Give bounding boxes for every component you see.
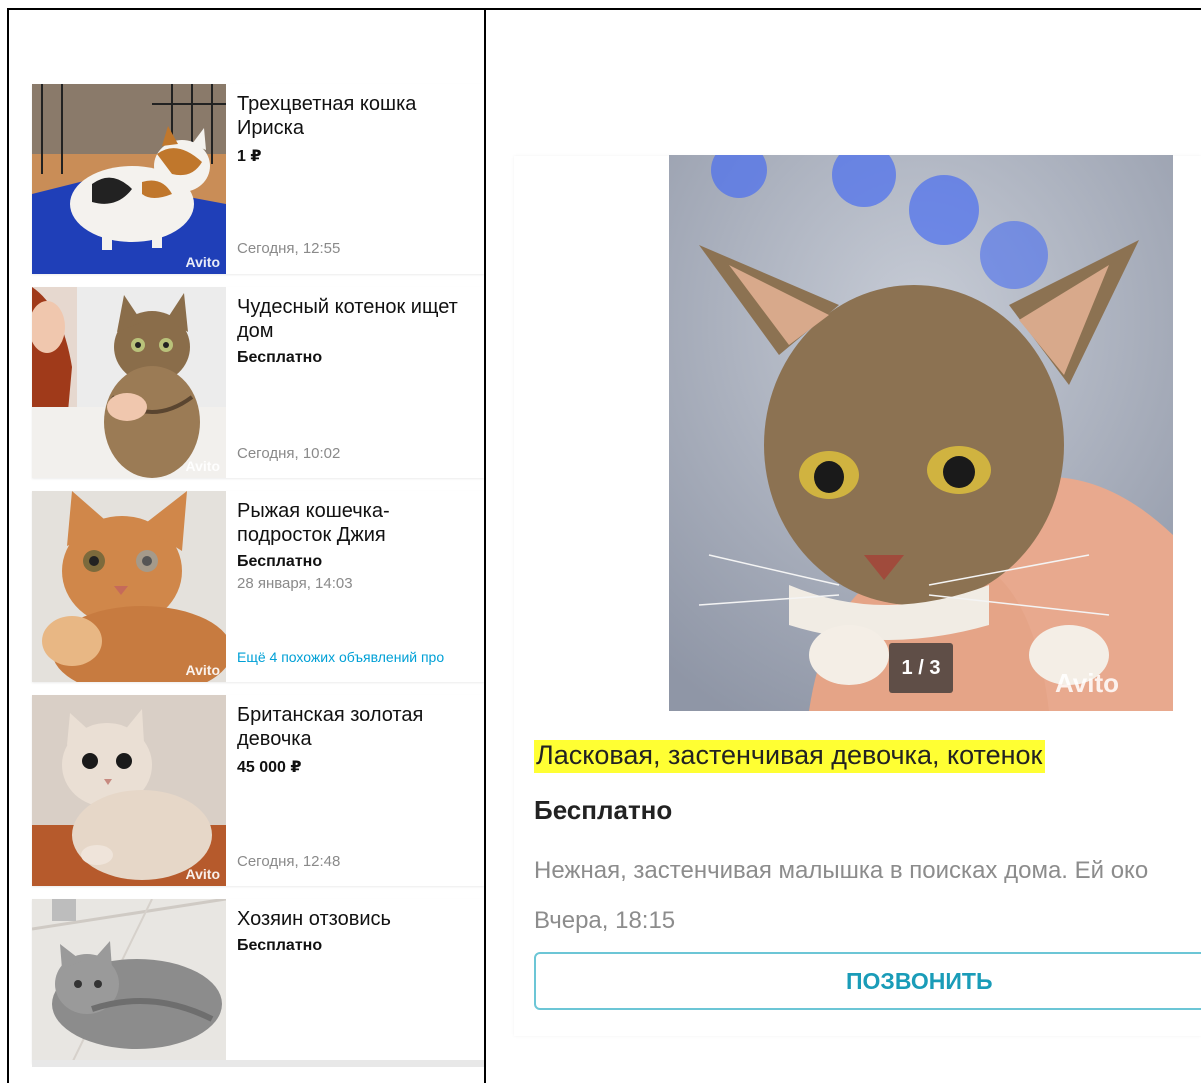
similar-listings-link[interactable]: Ещё 4 похожих объявлений про (237, 649, 444, 665)
listing-card[interactable]: Avito Чудесный котенок ищет дом Бесплатн… (32, 287, 484, 478)
detail-description: Нежная, застенчивая малышка в поисках до… (534, 857, 1149, 884)
listing-photo[interactable]: Avito (32, 287, 226, 478)
frame-left-border (7, 8, 9, 1083)
avito-watermark: Avito (185, 254, 220, 270)
listing-price: 1 ₽ (237, 148, 262, 165)
call-button[interactable]: ПОЗВОНИТЬ (534, 952, 1201, 1010)
listing-date: 28 января, 14:03 (237, 575, 353, 592)
avito-watermark: Avito (185, 662, 220, 678)
detail-photo[interactable] (669, 155, 1173, 711)
listing-price: Бесплатно (237, 349, 323, 366)
listing-price: 45 000 ₽ (237, 759, 302, 776)
listing-card[interactable]: Avito Рыжая кошечка- подросток Джия Бесп… (32, 491, 484, 682)
detail-title: Ласковая, застенчивая девочка, котенок (534, 740, 1046, 773)
avito-watermark: Avito (185, 866, 220, 882)
photo-counter: 1 / 3 (889, 643, 953, 693)
listing-card[interactable]: Avito Трехцветная кошка Ириска 1 ₽ Сегод… (32, 84, 484, 274)
listing-title[interactable]: Чудесный котенок ищет дом (237, 295, 484, 343)
detail-date: Вчера, 18:15 (534, 907, 676, 934)
listing-date: Сегодня, 12:48 (237, 853, 341, 870)
listing-photo[interactable] (32, 899, 226, 1063)
listing-card[interactable]: Avito Британская золотая девочка 45 000 … (32, 695, 484, 886)
avito-watermark: Avito (1055, 668, 1120, 698)
listing-title[interactable]: Рыжая кошечка- подросток Джия (237, 499, 484, 547)
listing-card[interactable]: Хозяин отзовись Бесплатно (32, 899, 484, 1063)
bottom-navigation-bar (32, 1060, 484, 1067)
listing-title[interactable]: Трехцветная кошка Ириска (237, 92, 484, 140)
listing-list: Avito Трехцветная кошка Ириска 1 ₽ Сегод… (32, 84, 484, 1076)
detail-price: Бесплатно (534, 795, 673, 825)
listing-photo[interactable]: Avito (32, 695, 226, 886)
listing-date: Сегодня, 12:55 (237, 240, 341, 257)
listing-price: Бесплатно (237, 937, 323, 954)
listing-photo[interactable]: Avito (32, 84, 226, 274)
listing-date: Сегодня, 10:02 (237, 445, 341, 462)
frame-divider (484, 8, 486, 1083)
listing-price: Бесплатно (237, 553, 323, 570)
listing-title[interactable]: Хозяин отзовись (237, 907, 484, 931)
frame-top-border (7, 8, 1201, 10)
listing-title[interactable]: Британская золотая девочка (237, 703, 484, 751)
avito-watermark: Avito (185, 458, 220, 474)
listing-photo[interactable]: Avito (32, 491, 226, 682)
